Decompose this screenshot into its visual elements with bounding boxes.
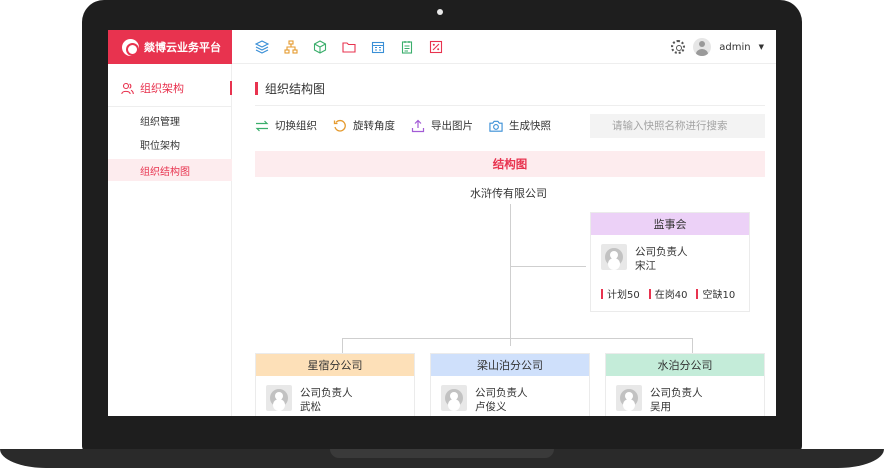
branch-role: 公司负责人 [475,387,528,399]
branch-role: 公司负责人 [650,387,703,399]
percent-icon[interactable] [428,39,443,54]
sidebar-divider [108,106,232,107]
sidebar-item-org-manage[interactable]: 组织管理 [108,109,232,131]
root-node[interactable]: 水浒传有限公司 [470,185,547,201]
snapshot-search-input[interactable] [590,114,765,138]
snapshot-button[interactable]: 生成快照 [489,118,551,133]
branch-person-name: 武松 [300,401,321,413]
branch-card-title: 梁山泊分公司 [431,354,589,376]
sidebar-group-org[interactable]: 组织架构 [108,76,232,100]
user-name[interactable]: admin [719,42,750,53]
camera-icon [489,119,503,133]
switch-org-button[interactable]: 切换组织 [255,118,317,133]
brand-title: 燚博云业务平台 [144,41,221,54]
supervisor-card[interactable]: 监事会 公司负责人 宋江 计划50 在岗40 空缺10 [590,212,750,312]
export-image-label: 导出图片 [431,120,473,132]
connector-supervisor [510,266,586,267]
connector-branch-3 [692,338,693,353]
supervisor-stats: 计划50 在岗40 空缺10 [601,286,735,301]
chart-toolbar: 切换组织 旋转角度 导出图片 生成快照 [255,118,551,133]
branch-person: 公司负责人 卢俊义 [475,385,528,414]
org-tree-icon[interactable] [283,39,298,54]
gear-icon[interactable] [671,40,686,54]
sidebar-item-position[interactable]: 职位架构 [108,133,232,155]
branch-person: 公司负责人 武松 [300,385,353,414]
page-title: 组织结构图 [265,82,326,96]
branch-card-body: 公司负责人 卢俊义 [431,376,589,414]
avatar[interactable] [693,38,712,56]
export-image-button[interactable]: 导出图片 [411,118,473,133]
switch-org-label: 切换组织 [275,120,317,132]
chart-header: 结构图 [255,151,765,177]
top-toolbar [254,39,443,54]
branch-card[interactable]: 星宿分公司 公司负责人 武松 [255,353,415,416]
branch-card-body: 公司负责人 武松 [256,376,414,414]
connector-trunk [510,204,511,346]
branch-card-body: 公司负责人 吴用 [606,376,764,414]
chevron-down-icon[interactable]: ▼ [759,43,764,51]
branch-person-name: 卢俊义 [475,401,507,413]
branch-card-title: 星宿分公司 [256,354,414,376]
calendar-icon[interactable] [370,39,385,54]
connector-branch-1 [342,338,343,353]
sidebar-item-org-chart[interactable]: 组织结构图 [108,159,232,181]
page-title-bar: 组织结构图 [255,80,325,97]
chart-title: 结构图 [492,157,528,171]
folder-icon[interactable] [341,39,356,54]
rotate-label: 旋转角度 [353,120,395,132]
supervisor-card-title: 监事会 [591,213,749,235]
brand-logo-icon [122,38,139,56]
stat-planned: 计划50 [601,286,640,301]
layers-icon[interactable] [254,39,269,54]
cube-icon[interactable] [312,39,327,54]
rotate-button[interactable]: 旋转角度 [333,118,395,133]
branch-card[interactable]: 梁山泊分公司 公司负责人 卢俊义 [430,353,590,416]
brand[interactable]: 燚博云业务平台 [108,30,232,64]
branch-role: 公司负责人 [300,387,353,399]
sidebar: 组织架构 组织管理 职位架构 组织结构图 [108,64,232,416]
document-icon[interactable] [399,39,414,54]
export-icon [411,119,425,133]
laptop-base-notch [330,449,554,458]
supervisor-person-name: 宋江 [635,260,656,272]
branch-card[interactable]: 水泊分公司 公司负责人 吴用 [605,353,765,416]
snapshot-label: 生成快照 [509,120,551,132]
supervisor-card-body: 公司负责人 宋江 [591,235,749,273]
stat-vacancy: 空缺10 [696,286,735,301]
sidebar-group-label: 组织架构 [140,82,184,95]
avatar [441,385,467,411]
branch-card-title: 水泊分公司 [606,354,764,376]
connector-branches [342,338,692,339]
user-area: admin ▼ [671,38,764,56]
branch-person-name: 吴用 [650,401,671,413]
camera-icon [437,9,443,15]
switch-icon [255,119,269,133]
avatar [601,244,627,270]
top-bar: 燚博云业务平台 admin ▼ [108,30,776,64]
title-marker [255,82,258,95]
supervisor-person: 公司负责人 宋江 [635,244,688,273]
avatar [616,385,642,411]
title-divider [255,105,765,106]
app-screen: 燚博云业务平台 admin ▼ 组织架构 组织管理 职位架构 组织结构图 组织结… [108,30,776,416]
stat-on-duty: 在岗40 [648,286,687,301]
branch-person: 公司负责人 吴用 [650,385,703,414]
rotate-icon [333,119,347,133]
avatar [266,385,292,411]
users-icon [121,82,134,94]
supervisor-role: 公司负责人 [635,246,688,258]
sidebar-active-marker [230,81,232,95]
